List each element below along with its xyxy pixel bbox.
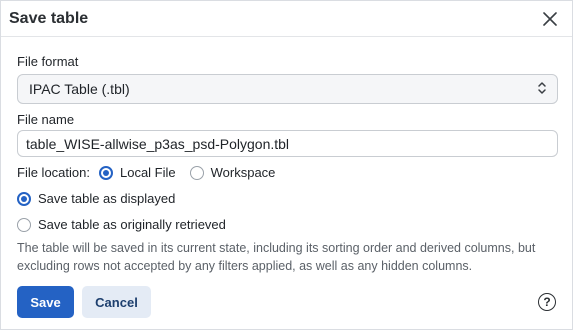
dialog-titlebar: Save table: [1, 1, 572, 37]
save-as-displayed-label[interactable]: Save table as displayed: [38, 191, 175, 206]
save-as-retrieved-row: Save table as originally retrieved: [17, 217, 226, 232]
description-text: The table will be saved in its current s…: [17, 241, 536, 273]
close-icon[interactable]: [538, 7, 562, 31]
file-format-select[interactable]: IPAC Table (.tbl): [17, 74, 558, 104]
file-format-label: File format: [17, 54, 79, 69]
save-as-displayed-radio[interactable]: [17, 191, 31, 206]
save-button[interactable]: Save: [17, 286, 74, 318]
dialog-title: Save table: [9, 9, 89, 27]
save-as-retrieved-label[interactable]: Save table as originally retrieved: [38, 217, 226, 232]
local-file-label[interactable]: Local File: [120, 165, 176, 180]
file-name-label: File name: [17, 112, 75, 127]
file-format-value: IPAC Table (.tbl): [29, 81, 130, 97]
help-icon[interactable]: ?: [538, 293, 556, 311]
save-as-retrieved-radio[interactable]: [17, 217, 31, 232]
workspace-radio[interactable]: [189, 165, 204, 180]
chevron-up-down-icon: [537, 81, 547, 98]
save-as-displayed-row: Save table as displayed: [17, 191, 175, 206]
save-table-dialog: Save table File format IPAC Table (.tbl)…: [0, 0, 573, 330]
workspace-label[interactable]: Workspace: [211, 165, 276, 180]
cancel-button[interactable]: Cancel: [82, 286, 151, 318]
file-location-label: File location:: [17, 165, 90, 180]
local-file-radio[interactable]: [98, 165, 113, 180]
file-name-input[interactable]: [17, 130, 558, 157]
file-location-row: File location: Local File Workspace: [17, 165, 275, 180]
